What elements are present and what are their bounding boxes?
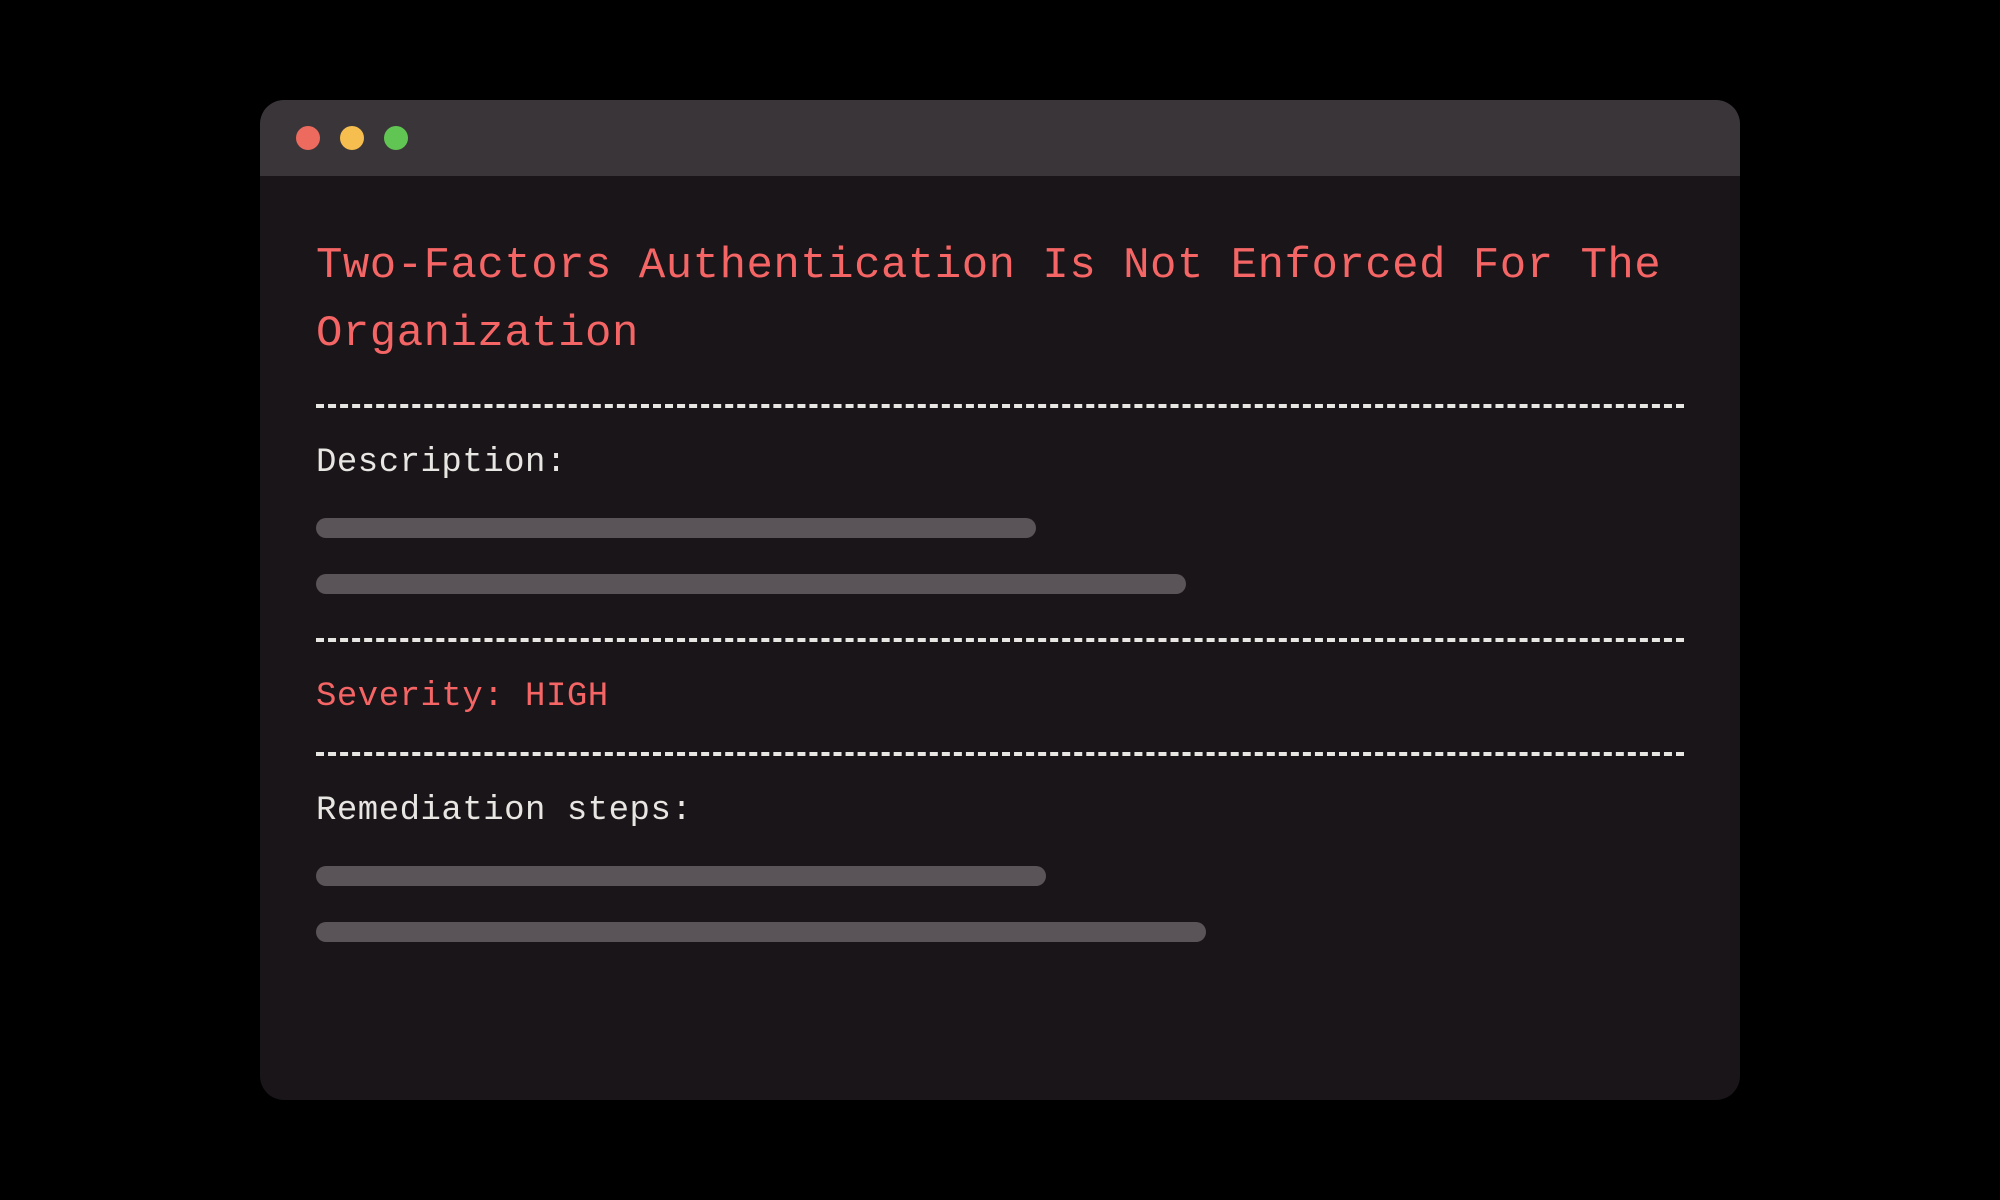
divider (316, 404, 1684, 408)
description-text-placeholder (316, 574, 1186, 594)
remediation-label: Remediation steps: (316, 792, 1684, 830)
divider (316, 638, 1684, 642)
finding-title: Two-Factors Authentication Is Not Enforc… (316, 232, 1684, 368)
remediation-text-placeholder (316, 866, 1046, 886)
remediation-text-placeholder (316, 922, 1206, 942)
maximize-button[interactable] (384, 126, 408, 150)
window-content: Two-Factors Authentication Is Not Enforc… (260, 176, 1740, 1100)
minimize-button[interactable] (340, 126, 364, 150)
severity-value: HIGH (525, 678, 609, 716)
severity-line: Severity: HIGH (316, 678, 1684, 716)
close-button[interactable] (296, 126, 320, 150)
divider (316, 752, 1684, 756)
window-titlebar (260, 100, 1740, 176)
description-label: Description: (316, 444, 1684, 482)
severity-label: Severity: (316, 678, 504, 716)
description-text-placeholder (316, 518, 1036, 538)
terminal-window: Two-Factors Authentication Is Not Enforc… (260, 100, 1740, 1100)
